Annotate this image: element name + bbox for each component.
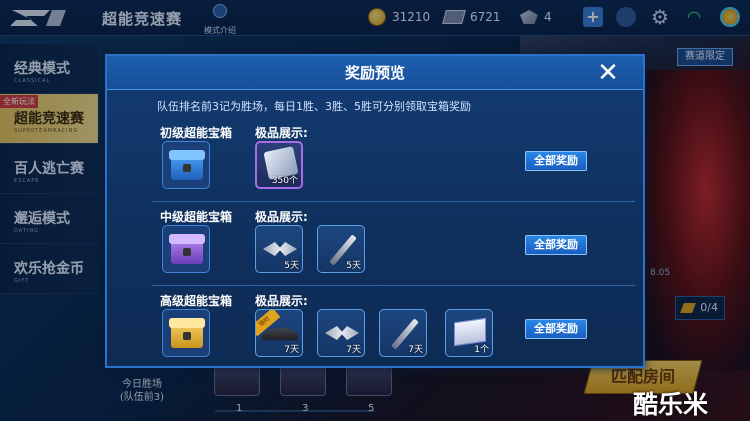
item-qty: 1个	[474, 345, 489, 355]
tier-name: 高级超能宝箱	[160, 294, 233, 308]
blue-chest-icon[interactable]	[162, 141, 210, 189]
divider	[152, 201, 635, 202]
sword-icon[interactable]: 7天	[379, 309, 427, 357]
showcase-label: 极品展示:	[255, 210, 308, 224]
item-qty: 7天	[408, 345, 423, 355]
tier-advanced: 高级超能宝箱 极品展示: 限时 7天 7天 7天 1个 全部奖励	[107, 290, 643, 370]
wing-icon[interactable]: 5天	[255, 225, 303, 273]
card-icon[interactable]: 350个	[255, 141, 303, 189]
item-qty: 5天	[346, 261, 361, 271]
wing-icon[interactable]: 7天	[317, 309, 365, 357]
watermark: 酷乐米	[633, 390, 709, 419]
car-icon[interactable]: 限时 7天	[255, 309, 303, 357]
showcase-label: 极品展示:	[255, 126, 308, 140]
tier-basic: 初级超能宝箱 极品展示: 350个 全部奖励	[107, 122, 643, 202]
item-qty: 350个	[271, 176, 298, 186]
purple-chest-icon[interactable]	[162, 225, 210, 273]
showcase-label: 极品展示:	[255, 294, 308, 308]
item-qty: 7天	[346, 345, 361, 355]
all-rewards-button[interactable]: 全部奖励	[525, 235, 587, 255]
item-qty: 7天	[284, 345, 299, 355]
reward-preview-dialog: 奖励预览 ✕ 队伍排名前3记为胜场，每日1胜、3胜、5胜可分别领取宝箱奖励 初级…	[105, 54, 645, 368]
close-icon[interactable]: ✕	[593, 58, 623, 88]
dialog-title: 奖励预览	[344, 64, 405, 82]
item-qty: 5天	[284, 261, 299, 271]
tier-name: 中级超能宝箱	[160, 210, 233, 224]
tier-name: 初级超能宝箱	[160, 126, 233, 140]
divider	[152, 285, 635, 286]
all-rewards-button[interactable]: 全部奖励	[525, 319, 587, 339]
gold-chest-icon[interactable]	[162, 309, 210, 357]
reward-rule-text: 队伍排名前3记为胜场，每日1胜、3胜、5胜可分别领取宝箱奖励	[157, 100, 471, 113]
tier-middle: 中级超能宝箱 极品展示: 5天 5天 全部奖励	[107, 206, 643, 286]
all-rewards-button[interactable]: 全部奖励	[525, 151, 587, 171]
crate-icon[interactable]: 1个	[445, 309, 493, 357]
sword-icon[interactable]: 5天	[317, 225, 365, 273]
dialog-header: 奖励预览	[107, 56, 643, 90]
